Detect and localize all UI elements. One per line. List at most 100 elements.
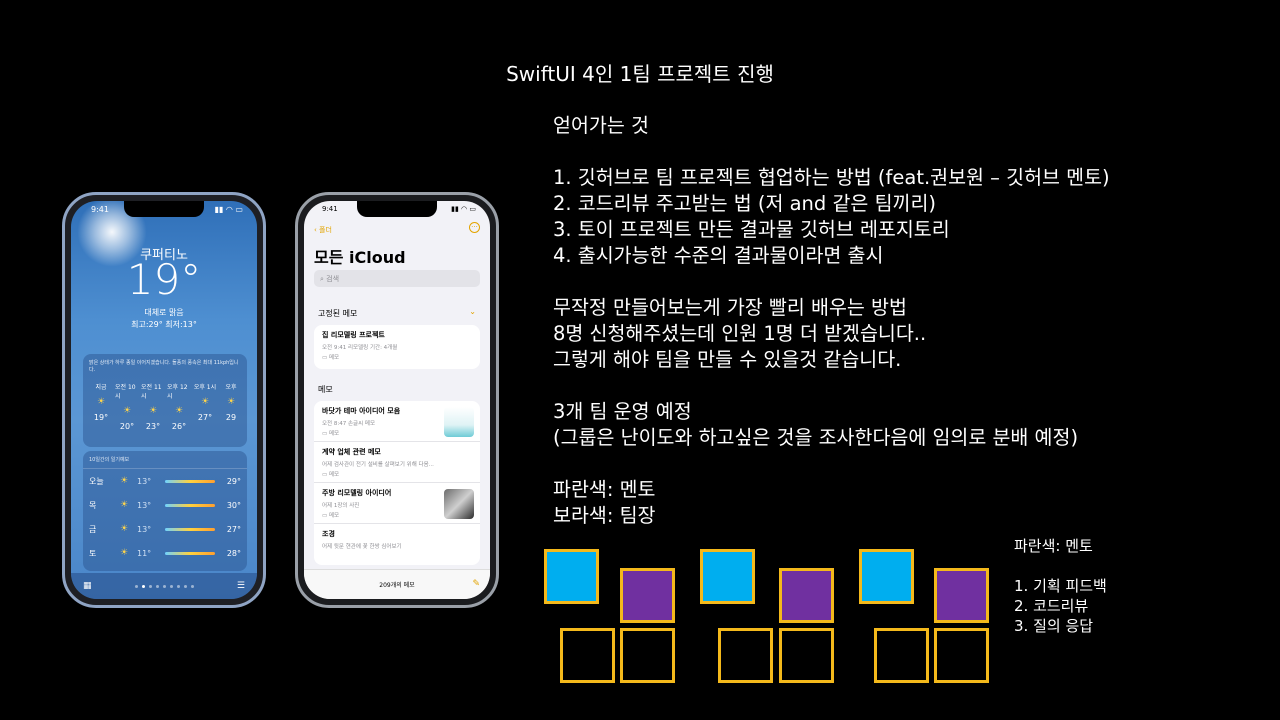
page-dots[interactable]	[134, 584, 194, 588]
forecast-row: 토 ☀ 11° 28°	[83, 541, 247, 565]
more-icon[interactable]: ···	[469, 222, 480, 233]
back-button[interactable]: ‹ 폴더	[314, 225, 332, 235]
forecast-high: 28°	[226, 548, 241, 558]
note-thumbnail	[444, 407, 474, 437]
weather-phone: 9:41 ▮▮ ◠ ▭ 쿠퍼티노 19° 대체로 맑음 최고:29° 최저:13…	[62, 192, 266, 608]
weather-condition: 대체로 맑음	[144, 308, 184, 317]
chevron-down-icon[interactable]: ⌄	[469, 307, 476, 316]
text-line: 3. 토이 프로젝트 만든 결과물 깃허브 레포지토리	[553, 218, 950, 241]
side-text-line: 1. 기획 피드백	[1014, 577, 1107, 595]
text-line: 무작정 만들어보는게 가장 빨리 배우는 방법	[553, 296, 907, 319]
text-line: 1. 깃허브로 팀 프로젝트 협업하는 방법 (feat.권보원 – 깃허브 멘…	[553, 166, 1110, 189]
weather-desc: 맑은 상태가 하루 종일 이어지겠습니다. 돌풍의 풍속은 최대 11kph입니…	[89, 360, 239, 373]
sun-icon: ☀	[119, 548, 129, 558]
text-line: (그룹은 난이도와 하고싶은 것을 조사한다음에 임의로 분배 예정)	[553, 426, 1079, 449]
forecast-low: 11°	[137, 548, 152, 558]
note-folder: ▭ 메모	[322, 353, 472, 361]
team-1-mentor-square	[544, 549, 599, 604]
forecast-list: 오늘 ☀ 13° 29° 목 ☀ 13° 30° 금 ☀ 13° 27° 토 ☀ 11° 28°	[83, 469, 247, 565]
team-2-member-square	[718, 628, 773, 683]
folder-icon: ▭	[322, 355, 329, 361]
text-line: 4. 출시가능한 수준의 결과물이라면 출시	[553, 244, 884, 267]
hourly-card: 맑은 상태가 하루 종일 이어지겠습니다. 돌풍의 풍속은 최대 11kph입니…	[83, 354, 247, 447]
forecast-day: 토	[89, 548, 97, 558]
hour-label: 지금	[95, 384, 107, 391]
notes-card: 바닷가 테마 아이디어 모음 오전 8:47 손글씨 메모 ▭ 메모 계약 업체 관련…	[314, 401, 480, 565]
note-folder-label: 메모	[328, 472, 340, 478]
team-2-mentor-square	[700, 549, 755, 604]
notes-title: 모든 iCloud	[314, 248, 406, 267]
hour-temp: 19°	[93, 413, 109, 422]
note-subtitle: 어제 뒷문 현관에 꽃 한쌍 심어보기	[322, 544, 402, 550]
side-text-line	[1014, 556, 1107, 576]
note-subtitle: 어제 검사관이 전기 설비를 살펴보기 위해 다음...	[322, 462, 434, 468]
hour-item: 지금 ☀ 19°	[89, 382, 113, 431]
hour-item: 오후 12시 ☀ 26°	[167, 382, 191, 431]
hour-label: 오전 10시	[115, 384, 136, 400]
hour-temp: 20°	[119, 422, 135, 431]
note-item[interactable]: 집 리모델링 프로젝트 오전 9:41 리모델링 기간: 4개월 ▭ 메모	[314, 325, 480, 366]
temp-range-bar	[165, 479, 215, 483]
text-line	[553, 269, 1253, 295]
team-3-member-square	[874, 628, 929, 683]
sun-icon: ☀	[226, 397, 236, 407]
phone-notch	[124, 201, 204, 217]
notes-screen: 9:41 ▮▮ ◠ ▭ ‹ 폴더 ··· 모든 iCloud ⌕ 검색 고정된 …	[304, 201, 490, 599]
note-title: 집 리모델링 프로젝트	[322, 331, 385, 339]
sun-icon: ☀	[200, 397, 210, 407]
sun-icon: ☀	[96, 397, 106, 407]
note-thumbnail	[444, 489, 474, 519]
sun-icon: ☀	[119, 476, 129, 486]
forecast-day: 오늘	[89, 476, 104, 486]
note-item[interactable]: 계약 업체 관련 메모어제 검사관이 전기 설비를 살펴보기 위해 다음... ▭…	[314, 442, 480, 483]
folder-icon: ▭	[322, 513, 329, 519]
text-line: 그렇게 해야 팀을 만들 수 있을것 같습니다.	[553, 348, 902, 371]
main-text: 얻어가는 것 1. 깃허브로 팀 프로젝트 협업하는 방법 (feat.권보원 –…	[553, 113, 1253, 529]
temp-range-bar	[165, 551, 215, 555]
forecast-high: 30°	[226, 500, 241, 510]
hour-item: 오후 1시 ☀ 27°	[193, 382, 217, 431]
hour-label: 오후	[225, 384, 237, 391]
hour-item: 오후 ☀ 29	[219, 382, 243, 431]
note-item[interactable]: 바닷가 테마 아이디어 모음 오전 8:47 손글씨 메모 ▭ 메모	[314, 401, 480, 442]
notes-header: 메모	[318, 385, 333, 394]
note-item[interactable]: 주방 리모델링 아이디어 어제 1장의 사진 ▭ 메모	[314, 483, 480, 524]
hour-label: 오후 1시	[193, 384, 217, 391]
weather-bottom-bar: ▦ ☰	[71, 573, 257, 599]
team-3-leader-square	[934, 568, 989, 623]
text-line	[553, 451, 1253, 477]
note-folder: ▭ 메모	[322, 470, 472, 478]
forecast-card: 10일간의 일기예보 오늘 ☀ 13° 29° 목 ☀ 13° 30° 금 ☀ 13° 27° 토 ☀ 11…	[83, 451, 247, 571]
phone-notch	[357, 201, 437, 217]
list-icon[interactable]: ☰	[237, 581, 245, 591]
weather-temp: 19°	[126, 255, 202, 304]
temp-range-bar	[165, 503, 215, 507]
hour-temp: 29	[225, 413, 237, 422]
hour-label: 오후 12시	[167, 384, 188, 400]
forecast-low: 13°	[137, 500, 152, 510]
forecast-day: 금	[89, 524, 97, 534]
team-3-member-square	[934, 628, 989, 683]
forecast-row: 오늘 ☀ 13° 29°	[83, 469, 247, 493]
note-title: 계약 업체 관련 메모	[322, 448, 381, 456]
status-time: 9:41	[91, 205, 109, 214]
search-input[interactable]: ⌕ 검색	[314, 270, 480, 287]
note-title: 조경	[322, 530, 335, 538]
status-time: 9:41	[322, 205, 338, 213]
signal-wifi-battery-icon: ▮▮ ◠ ▭	[214, 205, 243, 214]
folder-icon: ▭	[322, 431, 329, 437]
text-line	[553, 139, 1253, 165]
forecast-low: 13°	[137, 476, 152, 486]
map-icon[interactable]: ▦	[83, 581, 92, 591]
text-line: 파란색: 멘토	[553, 478, 656, 501]
back-label: 폴더	[319, 226, 332, 234]
note-item[interactable]: 조경어제 뒷문 현관에 꽃 한쌍 심어보기	[314, 524, 480, 565]
hour-label: 오전 11시	[141, 384, 162, 400]
compose-icon[interactable]: ✎	[472, 579, 480, 589]
hour-item: 오전 11시 ☀ 23°	[141, 382, 165, 431]
note-folder-label: 메모	[328, 513, 340, 519]
side-text-line: 2. 코드리뷰	[1014, 597, 1089, 615]
text-line: 보라색: 팀장	[553, 504, 656, 527]
team-1-leader-square	[620, 568, 675, 623]
sun-icon: ☀	[119, 500, 129, 510]
